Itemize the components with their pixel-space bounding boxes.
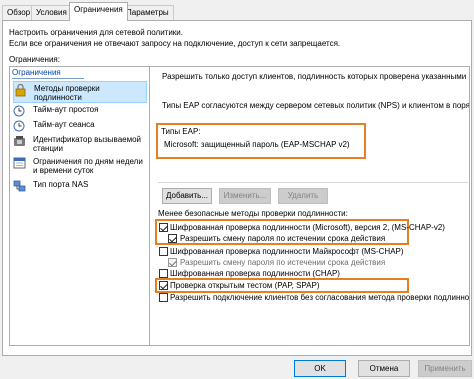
ok-button[interactable]: OK (294, 360, 346, 377)
cancel-button[interactable]: Отмена (358, 360, 410, 377)
mschapv2-password-change-label: Разрешить смену пароля по истечении срок… (180, 234, 386, 243)
mschap-label: Шифрованная проверка подлинности Майкрос… (170, 247, 404, 256)
tab-strip: Обзор Условия Ограничения Параметры (0, 0, 474, 21)
sidebar-item-label: Тайм-аут простоя (33, 105, 99, 114)
divider (158, 182, 468, 183)
add-eap-button[interactable]: Добавить... (162, 188, 212, 204)
mschapv2-checkbox[interactable] (159, 223, 168, 232)
details-pane: Разрешить только доступ клиентов, подлин… (150, 66, 470, 346)
edit-eap-button[interactable]: Изменить... (219, 188, 271, 204)
sidebar-item-label: Методы проверки подлинности (34, 84, 100, 102)
description-line-1: Настроить ограничения для сетевой полити… (9, 28, 183, 37)
lock-icon (14, 83, 28, 97)
chap-label: Шифрованная проверка подлинности (CHAP) (170, 269, 340, 278)
sidebar-item-day-time[interactable]: Ограничения по дням недели и времени сут… (13, 157, 147, 175)
mschap-password-change-label: Разрешить смену пароля по истечении срок… (180, 258, 386, 267)
description-line-2: Если все ограничения не отвечают запросу… (9, 39, 341, 48)
constraints-items: Методы проверки подлинности Тайм-аут про… (9, 66, 150, 346)
sidebar-item-idle-timeout[interactable]: Тайм-аут простоя (13, 105, 147, 117)
apply-button[interactable]: Применить (418, 360, 472, 377)
sidebar-item-nas-port-type[interactable]: Тип порта NAS (13, 180, 147, 192)
sidebar-item-label: Тип порта NAS (33, 180, 89, 189)
clock-icon (13, 120, 27, 132)
calendar-icon (13, 157, 27, 169)
sidebar-item-auth-methods[interactable]: Методы проверки подлинности (13, 81, 147, 103)
constraints-group-label: Ограничения: (9, 55, 60, 64)
eap-types-label: Типы EAP: (161, 127, 201, 136)
pap-checkbox[interactable] (159, 281, 168, 290)
sidebar-item-label: Тайм-аут сеанса (33, 120, 95, 129)
eap-list-item[interactable]: Microsoft: защищенный пароль (EAP-MSCHAP… (164, 140, 350, 149)
less-secure-label: Менее безопасные методы проверки подлинн… (158, 209, 348, 218)
tab-constraints[interactable]: Ограничения (69, 2, 128, 21)
network-icon (13, 180, 27, 192)
chap-checkbox[interactable] (159, 269, 168, 278)
eap-note: Типы EAP согласуются между сервером сете… (162, 101, 470, 110)
phone-icon (13, 135, 27, 147)
sidebar-item-label: Ограничения по дням недели и времени сут… (33, 157, 143, 175)
page-description: Настроить ограничения для сетевой полити… (9, 27, 349, 49)
clock-icon (13, 105, 27, 117)
mschap-checkbox[interactable] (159, 247, 168, 256)
remove-eap-button[interactable]: Удалить (278, 188, 328, 204)
sidebar-item-label: Идентификатор вызываемой станции (33, 135, 142, 153)
pap-label: Проверка открытым тестом (PAP, SPAP) (170, 281, 320, 290)
sidebar-item-session-timeout[interactable]: Тайм-аут сеанса (13, 120, 147, 132)
tab-conditions[interactable]: Условия (31, 5, 72, 20)
mschapv2-label: Шифрованная проверка подлинности (Micros… (170, 223, 445, 232)
sidebar-item-called-station-id[interactable]: Идентификатор вызываемой станции (13, 135, 147, 153)
no-auth-label: Разрешить подключение клиентов без согла… (170, 293, 470, 302)
mschapv2-password-change-checkbox[interactable] (168, 234, 177, 243)
mschap-password-change-checkbox[interactable] (168, 258, 177, 267)
no-auth-checkbox[interactable] (159, 293, 168, 302)
intro-text: Разрешить только доступ клиентов, подлин… (162, 72, 470, 81)
tab-settings[interactable]: Параметры (121, 5, 174, 20)
